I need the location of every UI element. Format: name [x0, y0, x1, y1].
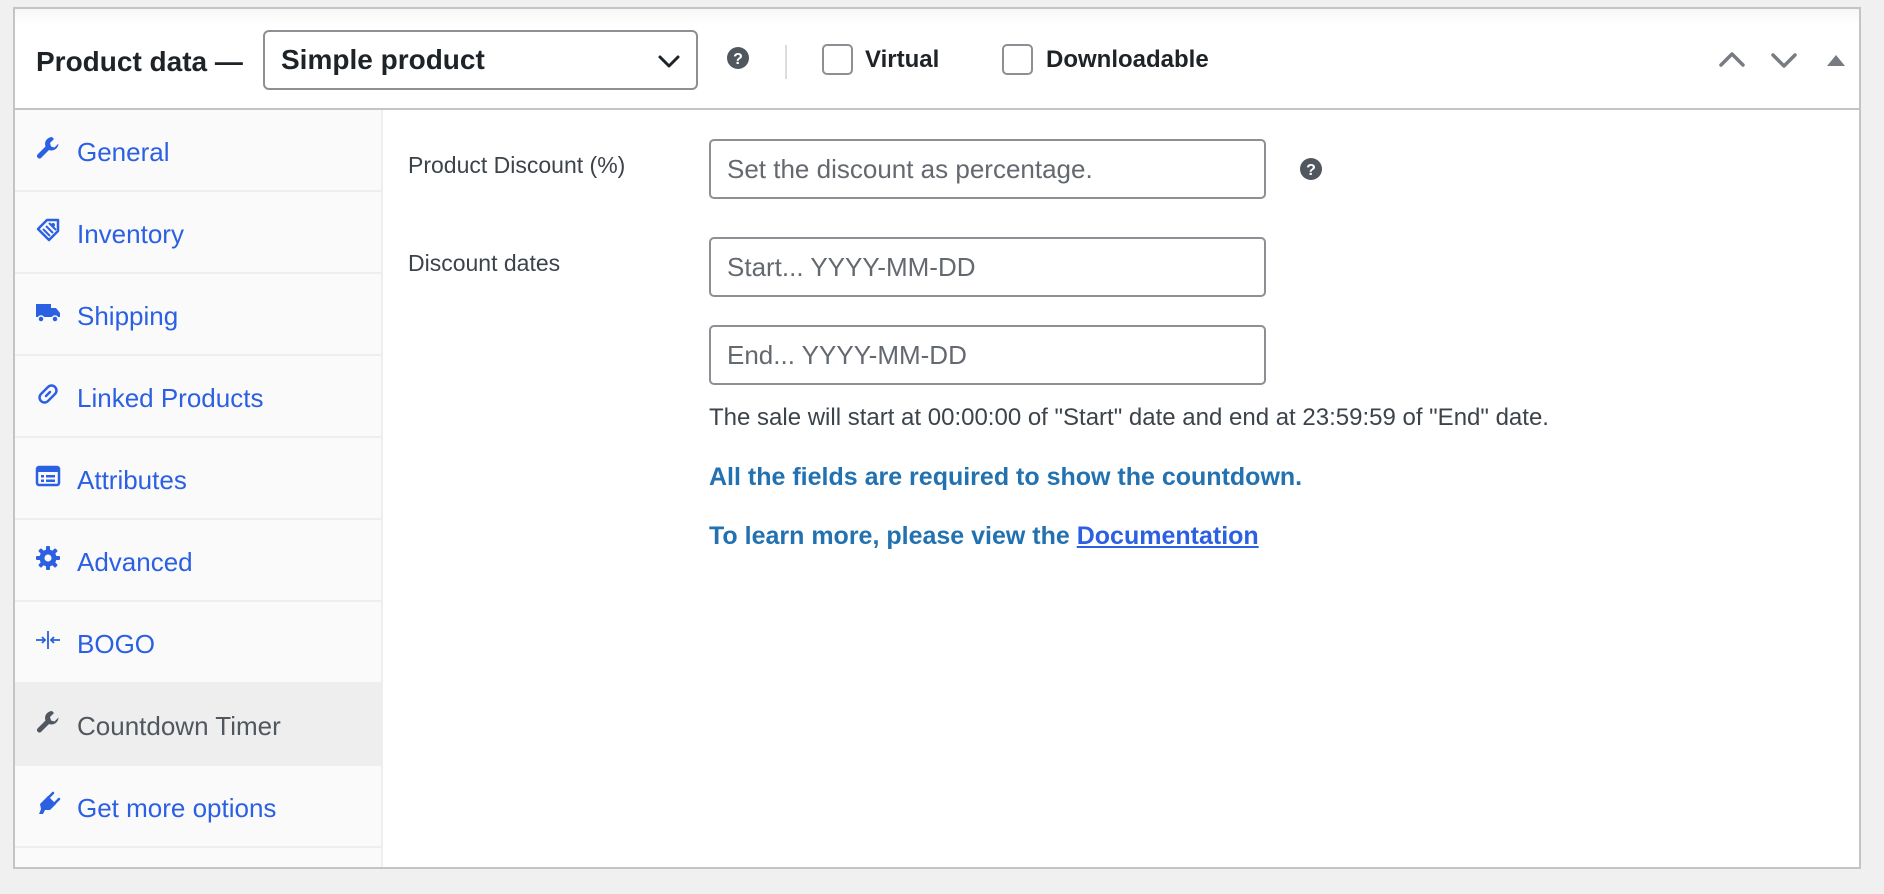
question-circle-icon[interactable]: ?: [1299, 157, 1323, 181]
plugin-icon: [39, 791, 61, 814]
product-discount-label: Product Discount (%): [408, 152, 626, 178]
downloadable-label: Downloadable: [1046, 46, 1209, 73]
tab-label: Attributes: [77, 465, 187, 495]
tab-label: BOGO: [77, 629, 156, 659]
chevron-down-icon: [658, 55, 680, 68]
required-fields-notice: All the fields are required to show the …: [709, 463, 1303, 491]
product-type-value: Simple product: [281, 44, 485, 75]
tab-get-more-options[interactable]: Get more options: [15, 766, 381, 848]
tab-shipping[interactable]: Shipping: [15, 274, 381, 356]
svg-text:?: ?: [1306, 162, 1316, 179]
tab-label: Linked Products: [77, 383, 264, 413]
discount-dates-description: The sale will start at 00:00:00 of "Star…: [709, 404, 1549, 431]
product-data-header: Product data — Simple product ? Virtual …: [15, 9, 1859, 110]
tab-label: General: [77, 137, 170, 167]
tab-label: Shipping: [77, 301, 179, 331]
tab-label: Advanced: [77, 547, 193, 577]
truck-icon: [36, 304, 60, 323]
wrench-icon: [37, 137, 59, 159]
discount-start-date-input[interactable]: [709, 237, 1266, 297]
list-card-icon: [35, 465, 61, 487]
tab-advanced[interactable]: Advanced: [15, 520, 381, 602]
question-circle-icon[interactable]: ?: [726, 46, 750, 70]
discount-dates-label: Discount dates: [408, 250, 561, 276]
tab-label: Get more options: [77, 793, 277, 823]
tab-bogo[interactable]: BOGO: [15, 602, 381, 684]
virtual-checkbox[interactable]: [822, 44, 853, 75]
learn-more-text: To learn more, please view the: [709, 522, 1077, 550]
product-discount-input[interactable]: [709, 139, 1266, 199]
link-icon: [38, 384, 58, 404]
collapse-horizontal-icon: [36, 631, 60, 649]
product-data-tabs: General Inventory Shipping Linked Produc…: [15, 110, 383, 867]
tab-inventory[interactable]: Inventory: [15, 192, 381, 274]
documentation-link[interactable]: Documentation: [1077, 522, 1259, 550]
tab-linked-products[interactable]: Linked Products: [15, 356, 381, 438]
learn-more-notice: To learn more, please view the Documenta…: [709, 520, 1259, 552]
tab-label: Inventory: [77, 219, 184, 249]
discount-end-date-input[interactable]: [709, 325, 1266, 385]
downloadable-checkbox[interactable]: [1002, 44, 1033, 75]
tab-label: Countdown Timer: [77, 711, 281, 741]
gear-icon: [36, 546, 60, 570]
chevron-up-icon[interactable]: [1717, 49, 1747, 71]
triangle-up-icon[interactable]: [1825, 51, 1847, 69]
product-data-panel: Product data — Simple product ? Virtual …: [13, 7, 1861, 869]
chevron-down-icon[interactable]: [1769, 49, 1799, 71]
tab-attributes[interactable]: Attributes: [15, 438, 381, 520]
virtual-label: Virtual: [865, 46, 940, 73]
header-divider: [785, 45, 787, 79]
svg-text:?: ?: [733, 51, 743, 68]
tab-general[interactable]: General: [15, 110, 381, 192]
panel-title: Product data —: [36, 46, 243, 77]
tab-countdown-timer[interactable]: Countdown Timer: [15, 684, 381, 766]
wrench-icon: [37, 711, 59, 733]
product-type-select[interactable]: Simple product: [263, 30, 698, 90]
tag-icon: [36, 218, 60, 242]
